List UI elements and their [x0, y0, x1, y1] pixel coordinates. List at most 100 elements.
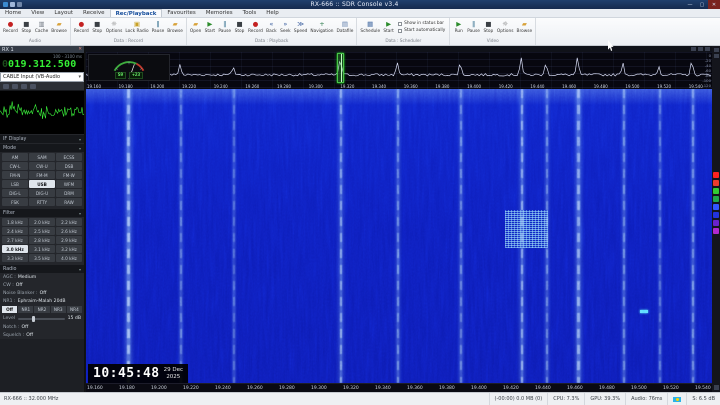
ribbon-tab-tools[interactable]: Tools: [238, 9, 262, 17]
display-close-icon[interactable]: [705, 47, 710, 51]
filter-button-3-1-khz[interactable]: 3.1 kHz: [29, 245, 55, 253]
ribbon-button-start[interactable]: ▶ Start: [382, 19, 395, 35]
frequency-marker-color[interactable]: [713, 172, 719, 178]
nr-button-nr1[interactable]: NR1: [18, 306, 34, 313]
filter-button-2-2-khz[interactable]: 2.2 kHz: [56, 218, 82, 226]
ribbon-button-stop[interactable]: ■ Stop: [233, 19, 246, 35]
filter-button-2-4-khz[interactable]: 2.4 kHz: [2, 227, 28, 235]
section-header-mode[interactable]: Mode: [0, 144, 84, 152]
checkbox-start-automatically[interactable]: Start automatically: [398, 28, 445, 33]
speaker-icon[interactable]: [3, 83, 9, 89]
ribbon-tab-favourites[interactable]: Favourites: [162, 9, 200, 17]
mode-button-am[interactable]: AM: [2, 153, 28, 161]
ribbon-button-options[interactable]: ☼ Options: [105, 19, 124, 35]
ribbon-button-record[interactable]: ● Record: [73, 19, 90, 35]
filter-button-4-0-khz[interactable]: 4.0 kHz: [56, 254, 82, 262]
waterfall-frequency-ruler[interactable]: 19.160 19.180 19.200 19.220 19.240 19.260 19.2…: [86, 383, 712, 392]
audio-device-dropdown[interactable]: CABLE Input (VB-Audio: [0, 72, 84, 82]
ribbon-button-back[interactable]: «Back: [265, 19, 278, 35]
filter-button-2-7-khz[interactable]: 2.7 kHz: [2, 236, 28, 244]
ribbon-button-lock-radio[interactable]: ▣ Lock Radio: [124, 19, 149, 35]
mode-button-fsk[interactable]: FSK: [2, 198, 28, 206]
spectrum-display[interactable]: 0 -20 -40 -60 -80 -100 -120 19.160 19.180 19.200…: [86, 52, 712, 89]
section-header-radio[interactable]: Radio: [0, 265, 84, 273]
mode-button-lsb[interactable]: LSB: [2, 180, 28, 188]
frequency-marker-color[interactable]: [713, 188, 719, 194]
filter-button-3-3-khz[interactable]: 3.3 kHz: [2, 254, 28, 262]
mode-button-dig-l[interactable]: DIG-L: [2, 189, 28, 197]
ribbon-tab-rec-playback[interactable]: Rec/Playback: [109, 9, 163, 17]
ribbon-button-speed[interactable]: ≫ Speed: [293, 19, 308, 35]
mode-button-dig-u[interactable]: DIG-U: [29, 189, 55, 197]
save-icon[interactable]: [10, 2, 15, 7]
record-audio-icon[interactable]: [21, 83, 27, 89]
frequency-value[interactable]: 019.312.500: [8, 59, 76, 70]
ribbon-button-start[interactable]: ▶ Start: [203, 19, 216, 35]
filter-button-2-5-khz[interactable]: 2.5 kHz: [29, 227, 55, 235]
ribbon-button-open[interactable]: ▰ Open: [189, 19, 202, 35]
section-header-filter[interactable]: Filter: [0, 209, 84, 217]
mode-button-fm-m[interactable]: FM-M: [29, 171, 55, 179]
ribbon-button-run[interactable]: ▶ Run: [452, 19, 465, 35]
section-header-if-display[interactable]: IF Display: [0, 135, 84, 143]
ribbon-tab-memories[interactable]: Memories: [201, 9, 238, 17]
filter-button-3-5-khz[interactable]: 3.5 kHz: [29, 254, 55, 262]
undo-icon[interactable]: [17, 2, 22, 7]
mode-button-cw-l[interactable]: CW-L: [2, 162, 28, 170]
ribbon-button-pause[interactable]: ‖ Pause: [217, 19, 232, 35]
mode-button-rtty[interactable]: RTTY: [29, 198, 55, 206]
mode-button-usb[interactable]: USB: [29, 180, 55, 188]
filter-button-2-8-khz[interactable]: 2.8 kHz: [29, 236, 55, 244]
ribbon-button-stop[interactable]: ■ Stop: [482, 19, 495, 35]
mode-button-sam[interactable]: SAM: [29, 153, 55, 161]
ribbon-tab-view[interactable]: View: [26, 9, 49, 17]
ribbon-button-browse[interactable]: ▰ Browse: [50, 19, 68, 35]
filter-button-1-8-khz[interactable]: 1.8 kHz: [2, 218, 28, 226]
tuning-marker[interactable]: [337, 53, 345, 83]
frequency-marker-color[interactable]: [713, 212, 719, 218]
nr-button-nr3[interactable]: NR3: [50, 306, 66, 313]
mode-button-fm-w[interactable]: FM-W: [56, 171, 82, 179]
mode-button-wfm[interactable]: WFM: [56, 180, 82, 188]
filter-button-2-0-khz[interactable]: 2.0 kHz: [29, 218, 55, 226]
ribbon-button-seek[interactable]: » Seek: [279, 19, 292, 35]
minimize-button[interactable]: —: [684, 0, 696, 9]
ribbon-button-pause[interactable]: ‖ Pause: [466, 19, 481, 35]
receiver-close-icon[interactable]: ✕: [78, 47, 82, 52]
frequency-marker-color[interactable]: [713, 228, 719, 234]
panel-menu-icon[interactable]: [713, 54, 719, 58]
display-popout-icon[interactable]: [698, 47, 703, 51]
frequency-marker-color[interactable]: [713, 220, 719, 226]
nr-button-nr2[interactable]: NR2: [34, 306, 50, 313]
level-slider-thumb[interactable]: [32, 315, 36, 322]
frequency-marker-color[interactable]: [713, 204, 719, 210]
waterfall-display[interactable]: 10:45:48 29 Dec 2025: [86, 89, 712, 383]
resize-grip-icon[interactable]: [713, 385, 719, 390]
ribbon-tab-layout[interactable]: Layout: [49, 9, 78, 17]
checkbox-show-in-status-bar[interactable]: Show in status bar: [398, 21, 445, 26]
ribbon-button-schedule[interactable]: ▦ Schedule: [359, 19, 381, 35]
ribbon-button-datafile[interactable]: ▤ Datafile: [336, 19, 355, 35]
mode-button-raw[interactable]: RAW: [56, 198, 82, 206]
close-button[interactable]: ✕: [708, 0, 720, 9]
ribbon-button-stop[interactable]: ■ Stop: [91, 19, 104, 35]
ribbon-tab-home[interactable]: Home: [0, 9, 26, 17]
mode-button-fm-n[interactable]: FM-N: [2, 171, 28, 179]
nr-button-nr4[interactable]: NR4: [66, 306, 83, 313]
mute-icon[interactable]: [12, 83, 18, 89]
maximize-button[interactable]: ▢: [696, 0, 708, 9]
filter-button-2-9-khz[interactable]: 2.9 kHz: [56, 236, 82, 244]
frequency-marker-color[interactable]: [713, 180, 719, 186]
audio-options-icon[interactable]: [30, 83, 36, 89]
mode-button-dsb[interactable]: DSB: [56, 162, 82, 170]
ribbon-tab-help[interactable]: Help: [261, 9, 284, 17]
mode-button-ecss[interactable]: ECSS: [56, 153, 82, 161]
mode-button-cw-u[interactable]: CW-U: [29, 162, 55, 170]
nr-button-off[interactable]: Off: [2, 306, 18, 313]
filter-button-3-0-khz[interactable]: 3.0 kHz: [2, 245, 28, 253]
clock-overlay[interactable]: 10:45:48 29 Dec 2025: [88, 364, 189, 383]
ribbon-button-record[interactable]: ● Record: [247, 19, 264, 35]
ribbon-button-cache[interactable]: ▥ Cache: [34, 19, 49, 35]
frequency-display[interactable]: 0 019.312.500 100 - 3100 ms: [0, 53, 84, 72]
ribbon-button-options[interactable]: ☼ Options: [496, 19, 515, 35]
